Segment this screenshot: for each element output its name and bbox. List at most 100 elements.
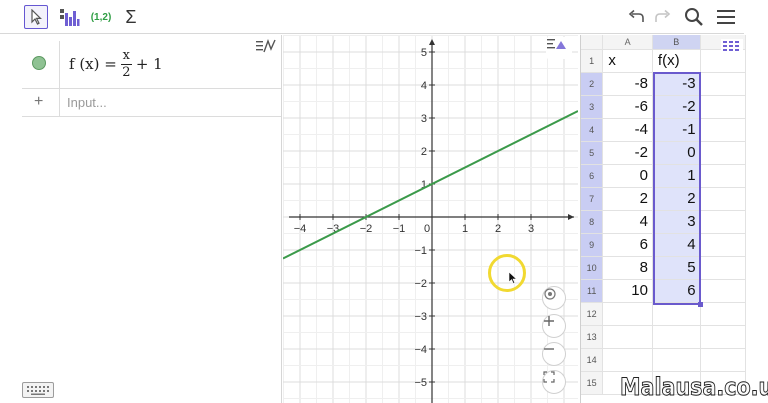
cell-a[interactable]: 6 [602,233,653,257]
zoom-in-button[interactable] [542,314,566,338]
cell-a[interactable]: -6 [602,95,653,119]
y-tick-label: −3 [414,311,427,323]
sum-button[interactable]: Σ [119,5,143,29]
cell-c[interactable] [700,72,746,96]
cell-b[interactable]: 2 [652,187,701,211]
main-menu-button[interactable] [714,5,738,29]
graph-canvas[interactable]: −4 −3 −2 −1 0 1 2 354321−1−2−3−4−5 [283,35,578,403]
algebra-input-row[interactable]: + Input... [22,89,281,117]
cell-a[interactable]: -8 [602,72,653,96]
row-number[interactable]: 12 [581,302,604,326]
row-number[interactable]: 2 [581,72,604,96]
add-icon[interactable]: + [34,93,43,111]
cell-b[interactable]: -1 [652,118,701,142]
spreadsheet-row: 2 -8 -3 [581,72,746,96]
arrow-cursor-icon [31,9,42,25]
cell-a[interactable]: 0 [602,164,653,188]
spreadsheet-row: 601 [581,164,746,188]
cell-b[interactable]: 4 [652,233,701,257]
move-tool-button[interactable] [24,5,48,29]
visibility-toggle[interactable] [32,56,46,70]
row-number[interactable]: 6 [581,164,604,188]
cell-c[interactable] [700,118,746,142]
cell-c[interactable] [700,302,746,326]
cell-a[interactable]: 10 [602,279,653,303]
cell-b[interactable]: -3 [652,72,701,96]
row-number[interactable]: 10 [581,256,604,280]
cell-b[interactable]: 3 [652,210,701,234]
cell-b[interactable]: 0 [652,141,701,165]
row-number[interactable]: 3 [581,95,604,119]
undo-button[interactable] [626,5,648,29]
x-tick-label: −4 [294,223,307,235]
cell-c[interactable] [700,348,746,372]
cell-c[interactable] [700,95,746,119]
row-number[interactable]: 11 [581,279,604,303]
y-tick-label: −1 [414,245,427,257]
standard-view-button[interactable] [542,286,566,310]
row-number[interactable]: 4 [581,118,604,142]
cell-b[interactable] [652,348,701,372]
corner-cell[interactable] [581,35,604,50]
cell-a[interactable]: 2 [602,187,653,211]
function-definition[interactable]: f (x) = x 2 + 1 [69,48,163,80]
cell-b[interactable]: f(x) [652,49,701,73]
spreadsheet-row: 964 [581,233,746,257]
cell-b[interactable] [652,302,701,326]
cell-b[interactable]: 1 [652,164,701,188]
cell-c[interactable] [700,256,746,280]
cell-c[interactable] [700,164,746,188]
cell-b[interactable]: 6 [652,279,701,303]
x-tick-label: 0 [424,223,430,235]
create-list-of-points-button[interactable]: (1,2) [87,5,115,29]
cell-c[interactable] [700,233,746,257]
algebra-item-f[interactable]: f (x) = x 2 + 1 [22,41,281,89]
row-number[interactable]: 1 [581,49,604,73]
spreadsheet-row: 11 10 6 [581,279,746,303]
row-number[interactable]: 14 [581,348,604,372]
cell-c[interactable] [700,279,746,303]
cell-c[interactable] [700,325,746,349]
x-tick-label: 1 [462,223,468,235]
fullscreen-button[interactable] [542,370,566,394]
zoom-out-button[interactable] [542,342,566,366]
row-number[interactable]: 9 [581,233,604,257]
cell-a[interactable] [602,325,653,349]
y-tick-label: 5 [421,47,427,59]
one-variable-analysis-button[interactable] [57,5,81,29]
cell-a[interactable]: x [602,49,653,73]
mouse-pointer-icon [508,271,518,284]
cell-a[interactable] [602,348,653,372]
spreadsheet-style-bar-toggle[interactable] [721,39,743,55]
row-number[interactable]: 13 [581,325,604,349]
row-number[interactable]: 8 [581,210,604,234]
cell-a[interactable] [602,302,653,326]
algebra-view: f (x) = x 2 + 1 + Input... [22,35,282,403]
graphics-view[interactable]: −4 −3 −2 −1 0 1 2 3 5 4 3 2 1 −1 −2 −3 −4 −5 [283,35,578,403]
column-header-b[interactable]: B [652,35,701,50]
graphics-style-bar-toggle[interactable] [546,37,572,59]
spreadsheet-row: 722 [581,187,746,211]
cell-c[interactable] [700,210,746,234]
row-number[interactable]: 5 [581,141,604,165]
search-button[interactable] [682,5,706,29]
redo-button[interactable] [651,5,673,29]
cell-a[interactable]: 4 [602,210,653,234]
row-number[interactable]: 7 [581,187,604,211]
keyboard-toggle-button[interactable] [22,382,54,398]
spreadsheet-row: 3 -6 -2 [581,95,746,119]
cell-c[interactable] [700,187,746,211]
cell-b[interactable] [652,325,701,349]
cell-c[interactable] [700,141,746,165]
fill-handle[interactable] [698,302,703,307]
cell-b[interactable]: 5 [652,256,701,280]
cell-b[interactable]: -2 [652,95,701,119]
cell-a[interactable]: -2 [602,141,653,165]
cell-a[interactable]: 8 [602,256,653,280]
row-number[interactable]: 15 [581,371,604,395]
function-label: f (x) = [69,55,117,73]
y-tick-label: −2 [414,278,427,290]
cell-a[interactable]: -4 [602,118,653,142]
algebra-input[interactable]: Input... [67,95,107,110]
column-header-a[interactable]: A [602,35,653,50]
